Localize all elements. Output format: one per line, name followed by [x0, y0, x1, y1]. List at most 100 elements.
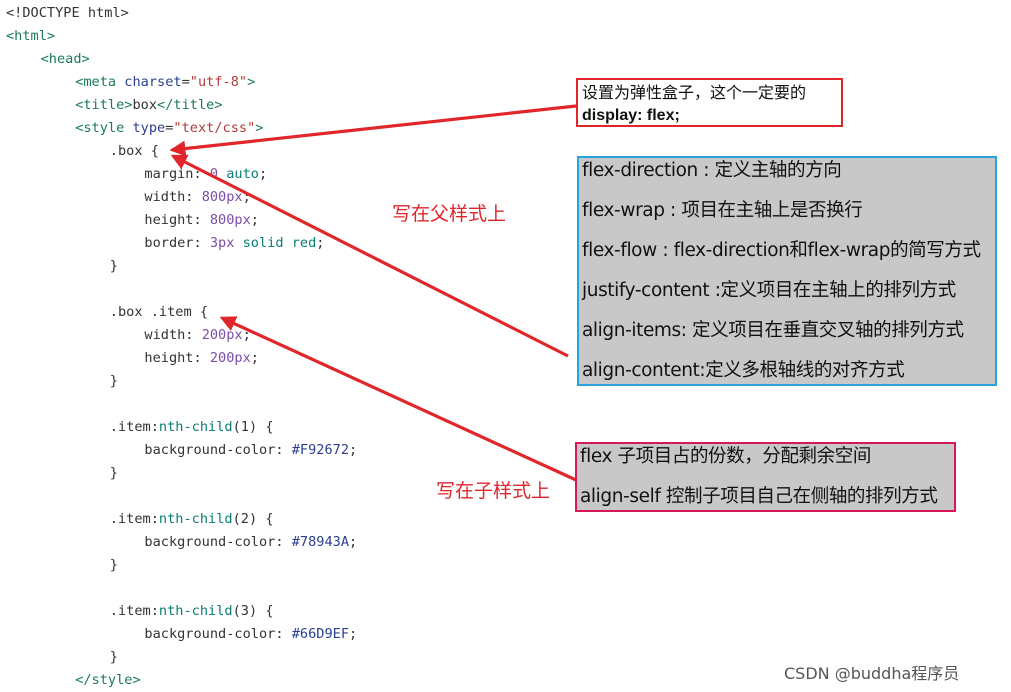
code-token: "text/css" [173, 120, 256, 136]
code-token: <title> [75, 97, 133, 113]
code-line: } [110, 370, 118, 393]
code-token: 200px [201, 327, 243, 343]
code-token: nth-child [158, 419, 233, 435]
code-token: border: [144, 235, 210, 251]
code-token: </style> [75, 672, 141, 688]
code-line: border: 3px solid red; [144, 232, 324, 255]
code-token: } [109, 373, 118, 389]
callout-description: 设置为弹性盒子，这个一定要的 [582, 83, 807, 102]
code-token: solid red [242, 235, 317, 251]
code-token: <meta [75, 74, 117, 90]
code-token: "utf-8" [189, 74, 248, 90]
code-token: type [124, 120, 166, 136]
code-line: <meta charset="utf-8"> [75, 71, 255, 94]
code-token: ; [349, 534, 358, 550]
code-line: } [110, 646, 118, 669]
code-token: margin: [144, 166, 210, 182]
code-token: 800px [209, 212, 251, 228]
code-token: ; [259, 166, 268, 182]
code-token: (3) { [232, 603, 274, 619]
parent-prop-align-content: align-content:定义多根轴线的对齐方式 [582, 360, 905, 381]
parent-prop-flex-wrap: flex-wrap : 项目在主轴上是否换行 [582, 200, 863, 221]
code-token: 3px [209, 235, 243, 251]
code-token: height: [144, 350, 210, 366]
code-token: <head> [40, 51, 90, 67]
code-line: <style type="text/css"> [75, 117, 263, 140]
code-token: width: [144, 327, 202, 343]
code-token: height: [144, 212, 210, 228]
code-line: margin: 0 auto; [144, 163, 267, 186]
code-token: = [181, 74, 190, 90]
code-line: } [110, 255, 118, 278]
code-line: .box { [110, 140, 159, 163]
code-line: background-color: #78943A; [144, 531, 357, 554]
code-token: ; [349, 442, 358, 458]
code-line: .item:nth-child(3) { [110, 600, 274, 623]
code-token: box [132, 97, 158, 113]
child-prop-align-self: align-self 控制子项目自己在侧轴的排列方式 [580, 486, 938, 507]
parent-prop-flex-flow: flex-flow : flex-direction和flex-wrap的简写方… [582, 240, 981, 261]
parent-prop-justify-content: justify-content :定义项目在主轴上的排列方式 [582, 280, 956, 301]
code-token: .item: [109, 603, 159, 619]
child-prop-flex: flex 子项目占的份数，分配剩余空间 [580, 446, 871, 467]
child-properties-panel: flex 子项目占的份数，分配剩余空间 align-self 控制子项目自己在侧… [575, 442, 956, 512]
code-line: height: 800px; [144, 209, 259, 232]
code-line: <html> [6, 25, 55, 48]
code-token: ; [250, 350, 259, 366]
code-line: .item:nth-child(2) { [110, 508, 274, 531]
code-token: } [109, 557, 118, 573]
code-token: background-color: [144, 442, 292, 458]
code-token: > [247, 74, 256, 90]
code-line: .item:nth-child(1) { [110, 416, 274, 439]
note-parent-style: 写在父样式上 [392, 203, 507, 225]
code-token: #66D9EF [291, 626, 350, 642]
parent-properties-panel: flex-direction : 定义主轴的方向 flex-wrap : 项目在… [577, 156, 997, 386]
code-token: nth-child [158, 511, 233, 527]
code-token: .box .item { [109, 304, 209, 320]
watermark: CSDN @buddha程序员 [784, 664, 960, 683]
code-token: .item: [109, 419, 159, 435]
code-token: #78943A [291, 534, 350, 550]
code-line: width: 200px; [144, 324, 250, 347]
code-token: .box { [109, 143, 159, 159]
code-line: </style> [75, 669, 140, 692]
code-line: <!DOCTYPE html> [6, 2, 129, 25]
code-token: ; [250, 212, 259, 228]
code-line: background-color: #66D9EF; [144, 623, 357, 646]
code-token: } [109, 258, 118, 274]
code-token: 200px [209, 350, 251, 366]
code-token: <html> [6, 28, 56, 44]
code-token: ; [242, 189, 251, 205]
code-token: 800px [201, 189, 243, 205]
code-token: width: [144, 189, 202, 205]
code-line: } [110, 554, 118, 577]
code-line: } [110, 462, 118, 485]
callout-code: display: flex; [582, 107, 680, 124]
code-token: .item: [109, 511, 159, 527]
code-token: } [109, 465, 118, 481]
code-token: (2) { [232, 511, 274, 527]
parent-prop-align-items: align-items: 定义项目在垂直交叉轴的排列方式 [582, 320, 964, 341]
code-token: > [255, 120, 264, 136]
code-token: ; [242, 327, 251, 343]
code-token: } [109, 649, 118, 665]
code-token: auto [226, 166, 259, 182]
code-token: <style [75, 120, 125, 136]
code-line: <head> [41, 48, 90, 71]
code-line: width: 800px; [144, 186, 250, 209]
note-child-style: 写在子样式上 [436, 480, 551, 502]
code-token: background-color: [144, 626, 292, 642]
display-flex-callout: 设置为弹性盒子，这个一定要的 display: flex; [576, 78, 843, 127]
code-token: 0 [209, 166, 227, 182]
parent-prop-flex-direction: flex-direction : 定义主轴的方向 [582, 160, 842, 181]
code-token: charset [116, 74, 182, 90]
code-token: #F92672 [291, 442, 350, 458]
code-token: background-color: [144, 534, 292, 550]
code-line: .box .item { [110, 301, 208, 324]
code-token: ; [316, 235, 325, 251]
code-line: background-color: #F92672; [144, 439, 357, 462]
code-line: height: 200px; [144, 347, 259, 370]
code-token: </title> [157, 97, 223, 113]
code-line: <title>box</title> [75, 94, 222, 117]
code-token: nth-child [158, 603, 233, 619]
